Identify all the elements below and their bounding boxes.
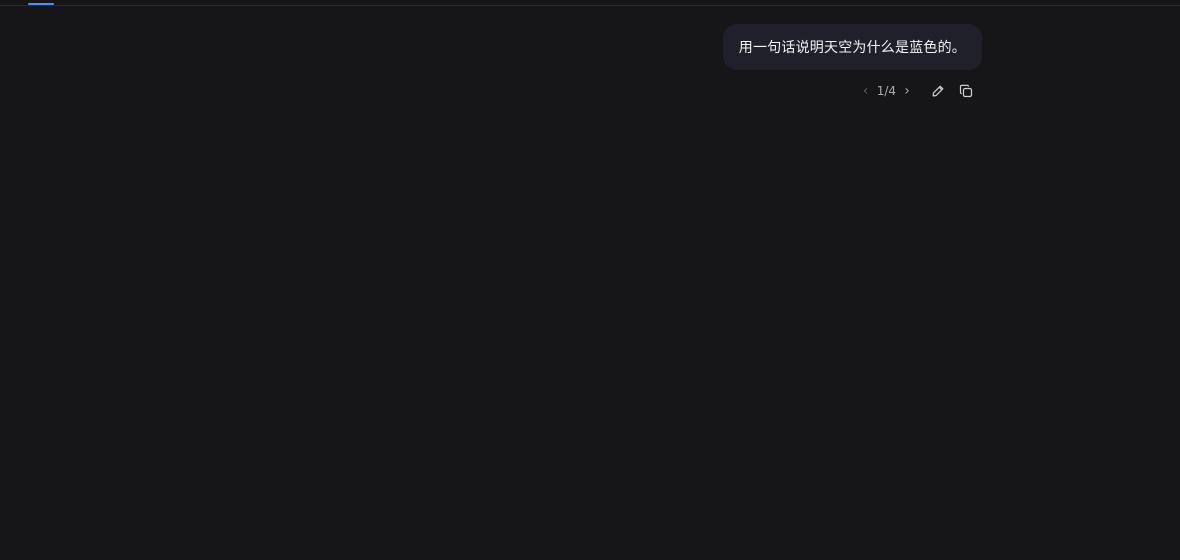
edit-message-button[interactable]: [928, 81, 948, 101]
copy-icon: [959, 84, 973, 98]
user-message-bubble: 用一句话说明天空为什么是蓝色的。: [722, 24, 982, 70]
top-bar: [0, 0, 1180, 6]
message-actions: ‹ 1/4 ›: [859, 81, 976, 101]
user-message-text: 用一句话说明天空为什么是蓝色的。: [738, 40, 966, 56]
chevron-right-icon: ›: [904, 83, 910, 99]
previous-version-button[interactable]: ‹: [859, 81, 873, 101]
active-tab-indicator: [28, 3, 54, 5]
version-indicator: 1/4: [876, 84, 896, 98]
copy-message-button[interactable]: [956, 81, 976, 101]
next-version-button[interactable]: ›: [900, 81, 914, 101]
chevron-left-icon: ‹: [862, 83, 869, 99]
pencil-icon: [931, 84, 945, 98]
